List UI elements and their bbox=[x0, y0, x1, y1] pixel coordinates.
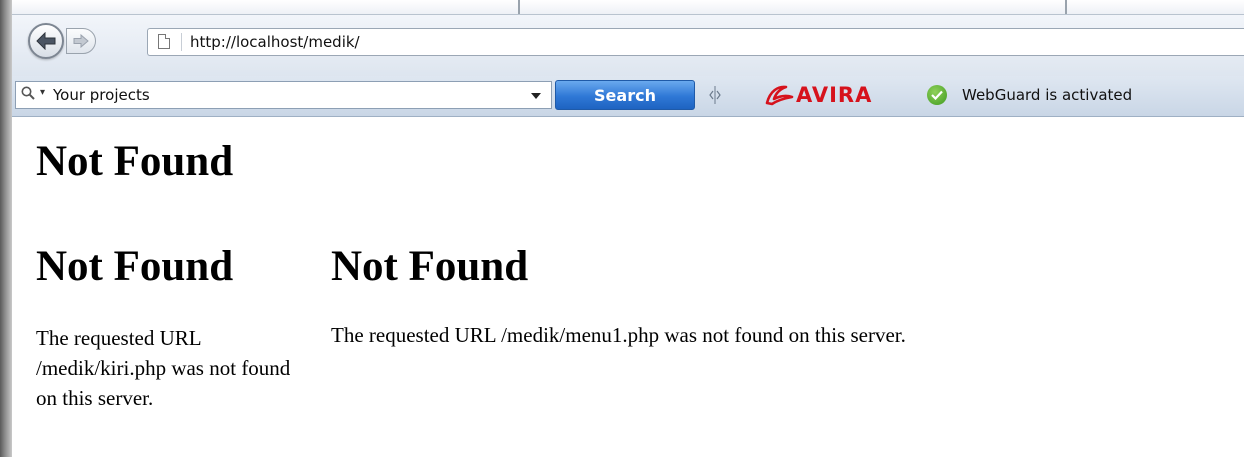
avira-logo[interactable]: AVIRA bbox=[764, 80, 872, 110]
back-button[interactable] bbox=[28, 23, 64, 59]
avira-umbrella-icon bbox=[765, 85, 794, 106]
check-circle-icon bbox=[927, 85, 947, 105]
address-divider bbox=[181, 33, 182, 51]
toolbar-grip-icon[interactable] bbox=[708, 85, 722, 105]
search-toolbar: ▾ Your projects Search AVIRA WebGuard is… bbox=[12, 76, 1244, 117]
tab-strip bbox=[0, 0, 1244, 14]
webguard-status[interactable]: WebGuard is activated bbox=[927, 81, 1132, 109]
left-frame-heading: Not Found bbox=[36, 243, 234, 290]
search-engine-caret-icon[interactable]: ▾ bbox=[40, 87, 45, 98]
tab-divider bbox=[518, 0, 520, 14]
browser-window: http://localhost/medik/ ▾ Your projects … bbox=[0, 0, 1244, 457]
right-frame: Not Found The requested URL /medik/menu1… bbox=[331, 237, 1231, 350]
tab-divider bbox=[1065, 0, 1067, 14]
forward-arrow-icon bbox=[73, 34, 89, 48]
page-icon bbox=[158, 34, 170, 49]
search-input-value[interactable]: Your projects bbox=[53, 86, 150, 104]
chevron-down-icon[interactable] bbox=[531, 93, 541, 99]
navigation-bar: http://localhost/medik/ bbox=[12, 14, 1244, 77]
forward-button[interactable] bbox=[66, 28, 96, 54]
address-url[interactable]: http://localhost/medik/ bbox=[190, 33, 360, 51]
left-frame: Not Found The requested URL /medik/kiri.… bbox=[36, 237, 296, 413]
page-heading: Not Found bbox=[36, 138, 234, 185]
right-frame-heading: Not Found bbox=[331, 243, 529, 290]
avira-logo-text: AVIRA bbox=[796, 83, 873, 107]
window-frame-left bbox=[0, 0, 12, 457]
search-button[interactable]: Search bbox=[555, 80, 695, 110]
magnifier-icon[interactable] bbox=[21, 86, 35, 100]
back-arrow-icon bbox=[36, 32, 56, 50]
page-content: Not Found Not Found The requested URL /m… bbox=[12, 117, 1244, 457]
left-frame-message: The requested URL /medik/kiri.php was no… bbox=[36, 326, 291, 410]
address-bar[interactable]: http://localhost/medik/ bbox=[147, 28, 1244, 56]
webguard-status-text: WebGuard is activated bbox=[962, 86, 1133, 104]
search-input[interactable]: ▾ Your projects bbox=[15, 81, 552, 109]
right-frame-message: The requested URL /medik/menu1.php was n… bbox=[331, 323, 906, 347]
